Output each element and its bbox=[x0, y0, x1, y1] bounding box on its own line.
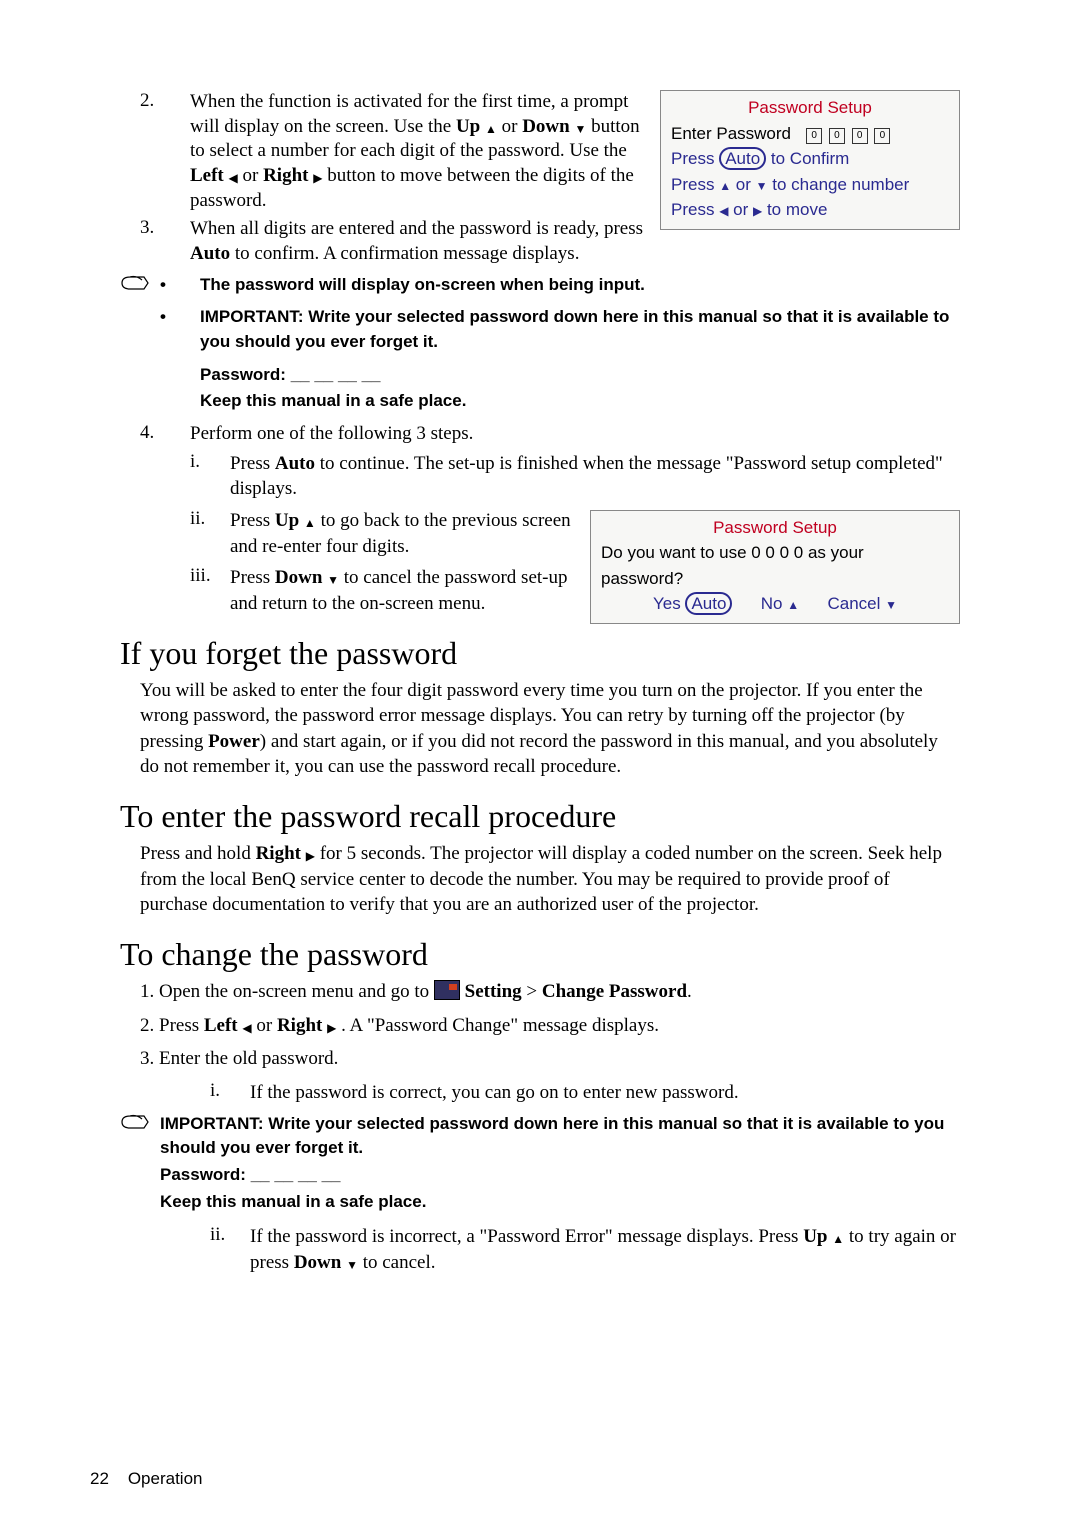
step-3-text: When all digits are entered and the pass… bbox=[190, 217, 650, 266]
sub-list-number: iii. bbox=[190, 565, 230, 616]
osd-title: Password Setup bbox=[601, 515, 949, 541]
change-step-3: 3. Enter the old password. bbox=[140, 1046, 960, 1072]
bullet-icon: • bbox=[160, 273, 200, 298]
osd-confirm-line: Press Auto to Confirm bbox=[671, 146, 949, 172]
note-text: The password will display on-screen when… bbox=[200, 273, 960, 298]
pointing-hand-icon bbox=[120, 1112, 160, 1132]
pointing-hand-icon bbox=[120, 273, 160, 293]
list-number: 2. bbox=[140, 90, 190, 213]
auto-key-icon: Auto bbox=[685, 592, 732, 615]
osd-move-line: Press ◀ or ▶ to move bbox=[671, 197, 949, 223]
osd-question: Do you want to use 0 0 0 0 as your passw… bbox=[601, 540, 949, 591]
keep-safe-line: Keep this manual in a safe place. bbox=[200, 389, 960, 414]
osd-change-line: Press ▲ or ▼ to change number bbox=[671, 172, 949, 198]
change-step-3-ii: If the password is incorrect, a "Passwor… bbox=[250, 1224, 960, 1275]
setting-menu-icon bbox=[434, 980, 460, 1000]
change-step-2: 2. Press Left ◀ or Right ▶ . A "Password… bbox=[140, 1013, 960, 1039]
page-footer: 22 Operation bbox=[90, 1469, 203, 1489]
sub-list-number: ii. bbox=[190, 508, 230, 559]
change-step-1: 1. Open the on-screen menu and go to Set… bbox=[140, 979, 960, 1005]
down-icon: ▼ bbox=[756, 179, 768, 193]
heading-forget-password: If you forget the password bbox=[120, 635, 960, 672]
step-4-iii: Press Down ▼ to cancel the password set-… bbox=[230, 565, 580, 616]
up-icon: ▲ bbox=[485, 122, 497, 138]
step-2-text: When the function is activated for the f… bbox=[190, 90, 650, 213]
bullet-icon: • bbox=[160, 305, 200, 330]
right-icon: ▶ bbox=[753, 204, 762, 218]
manual-page: Password Setup Enter Password 0 0 0 0 Pr… bbox=[0, 0, 1080, 1529]
change-step-3-i: If the password is correct, you can go o… bbox=[250, 1080, 960, 1106]
step-4-ii: Press Up ▲ to go back to the previous sc… bbox=[230, 508, 580, 559]
heading-recall-procedure: To enter the password recall procedure bbox=[120, 798, 960, 835]
pw-digit: 0 bbox=[829, 128, 845, 144]
down-icon: ▼ bbox=[327, 572, 339, 588]
note-block: • The password will display on-screen wh… bbox=[120, 273, 960, 414]
left-icon: ◀ bbox=[242, 1020, 251, 1036]
osd-password-setup-enter: Password Setup Enter Password 0 0 0 0 Pr… bbox=[660, 90, 960, 230]
up-icon: ▲ bbox=[304, 515, 316, 531]
note-block-2: IMPORTANT: Write your selected password … bbox=[120, 1112, 960, 1215]
heading-change-password: To change the password bbox=[120, 936, 960, 973]
keep-safe-line: Keep this manual in a safe place. bbox=[160, 1190, 960, 1215]
auto-key-icon: Auto bbox=[719, 147, 766, 170]
note-text: IMPORTANT: Write your selected password … bbox=[200, 305, 960, 354]
down-icon: ▼ bbox=[346, 1257, 358, 1273]
sub-list-number: i. bbox=[190, 451, 230, 502]
forget-password-text: You will be asked to enter the four digi… bbox=[140, 678, 960, 781]
osd-password-setup-confirm: Password Setup Do you want to use 0 0 0 … bbox=[590, 510, 960, 624]
pw-digit: 0 bbox=[852, 128, 868, 144]
pw-digit: 0 bbox=[874, 128, 890, 144]
down-icon: ▼ bbox=[885, 598, 897, 612]
up-icon: ▲ bbox=[832, 1231, 844, 1247]
osd-enter-line: Enter Password 0 0 0 0 bbox=[671, 121, 949, 147]
up-icon: ▲ bbox=[719, 179, 731, 193]
sub-list-number: i. bbox=[210, 1080, 250, 1106]
page-number: 22 bbox=[90, 1469, 109, 1488]
password-blank-line: Password: __ __ __ __ bbox=[160, 1163, 960, 1188]
important-note: IMPORTANT: Write your selected password … bbox=[160, 1112, 960, 1161]
recall-procedure-text: Press and hold Right ▶ for 5 seconds. Th… bbox=[140, 841, 960, 918]
down-icon: ▼ bbox=[574, 122, 586, 138]
step-4: 4. Perform one of the following 3 steps.… bbox=[140, 422, 960, 617]
osd-title: Password Setup bbox=[671, 95, 949, 121]
right-icon: ▶ bbox=[327, 1020, 336, 1036]
step-4-lead: Perform one of the following 3 steps. bbox=[190, 422, 960, 447]
up-icon: ▲ bbox=[787, 598, 799, 612]
section-name: Operation bbox=[128, 1469, 203, 1488]
list-number: 4. bbox=[140, 422, 190, 447]
password-blank-line: Password: __ __ __ __ bbox=[200, 363, 960, 388]
step-4-i: Press Auto to continue. The set-up is fi… bbox=[230, 451, 960, 502]
right-icon: ▶ bbox=[306, 848, 315, 864]
sub-list-number: ii. bbox=[210, 1224, 250, 1275]
osd-options: Yes Auto No ▲ Cancel ▼ bbox=[601, 591, 949, 617]
pw-digit: 0 bbox=[806, 128, 822, 144]
list-number: 3. bbox=[140, 217, 190, 266]
left-icon: ◀ bbox=[229, 171, 238, 187]
